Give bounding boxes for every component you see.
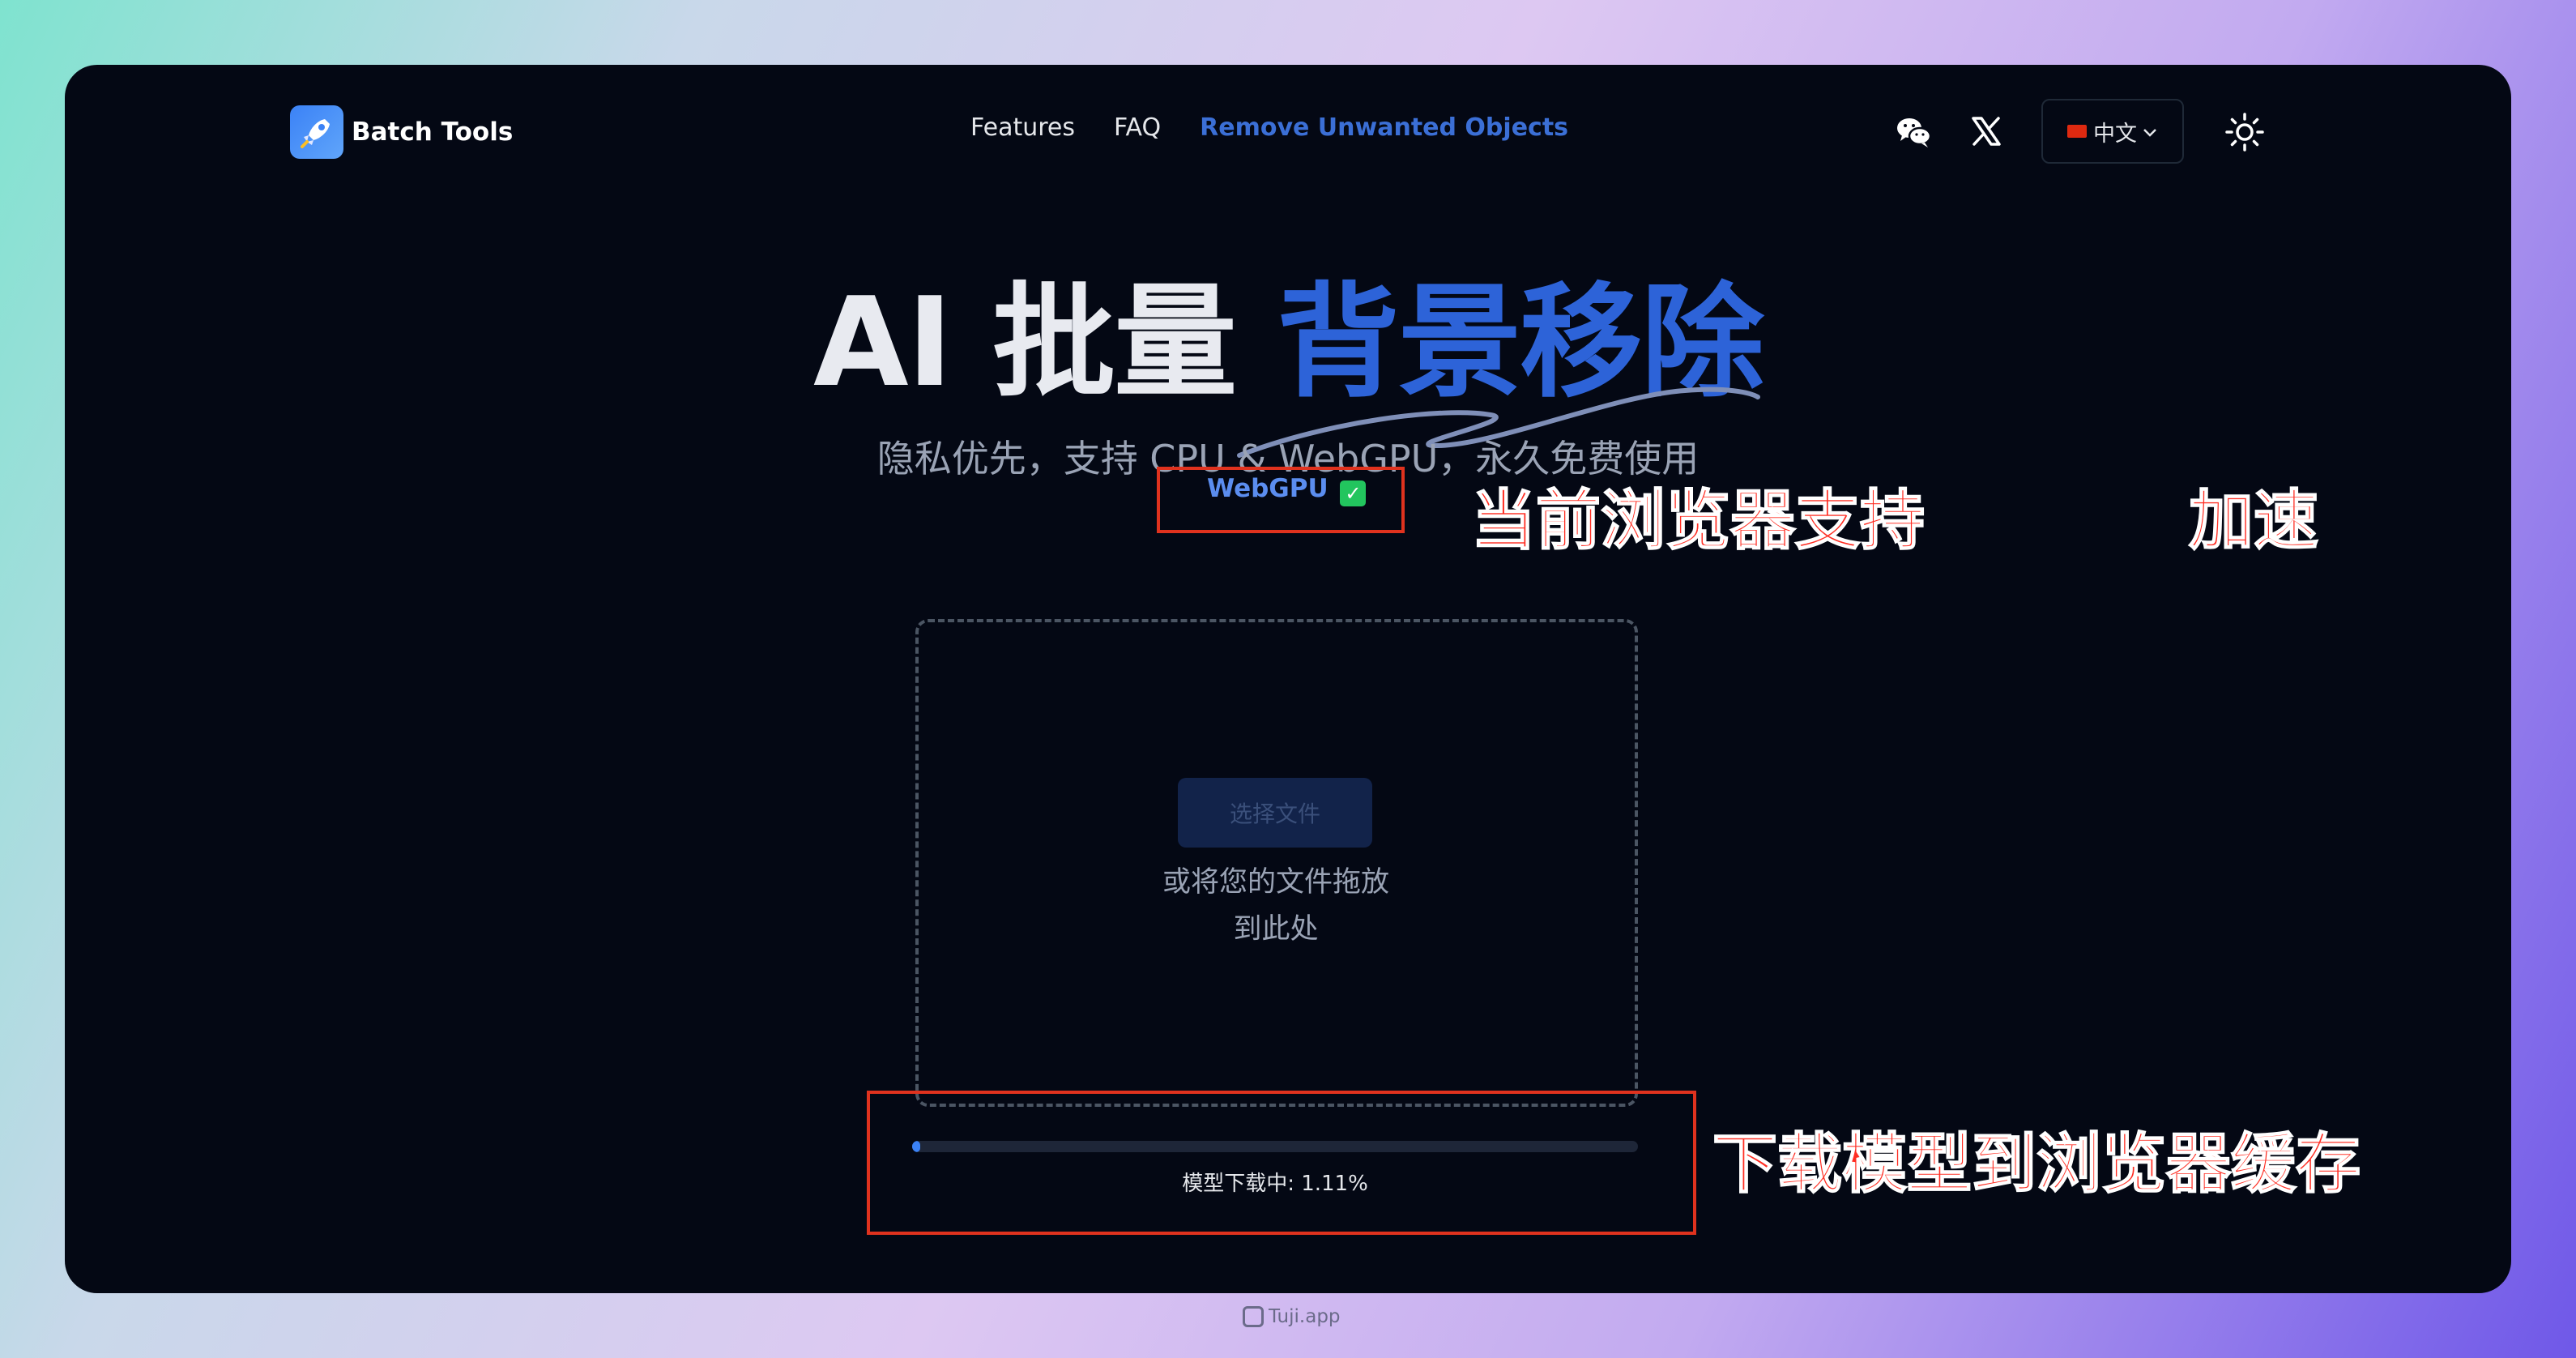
drop-hint-line1: 或将您的文件拖放: [1162, 866, 1389, 899]
annotation-download-cache: 下载模型到浏览器缓存: [1712, 1125, 2361, 1202]
logo[interactable]: Batch Tools: [290, 105, 513, 159]
annotation-acceleration: 加速: [2188, 482, 2319, 559]
hero-title-part1: AI 批量: [812, 271, 1237, 414]
annotation-browser-support: 当前浏览器支持: [1470, 482, 1926, 559]
language-label: 中文: [2093, 121, 2137, 147]
nav-features-link[interactable]: Features: [970, 113, 1075, 142]
nav-remove-objects-link[interactable]: Remove Unwanted Objects: [1200, 113, 1568, 142]
chevron-down-icon: [2142, 119, 2158, 144]
tuji-logo-icon: [1243, 1306, 1264, 1327]
watermark-text: Tuji.app: [1269, 1306, 1341, 1327]
language-select[interactable]: 中文: [2041, 99, 2184, 164]
china-flag-icon: [2067, 125, 2087, 138]
logo-text: Batch Tools: [352, 117, 514, 147]
main-nav: Features FAQ Remove Unwanted Objects: [970, 113, 1568, 142]
sun-icon[interactable]: [2224, 112, 2265, 152]
app-window: Batch Tools Features FAQ Remove Unwanted…: [65, 65, 2511, 1293]
watermark: Tuji.app: [1243, 1306, 1341, 1327]
drop-hint-line2: 到此处: [1233, 913, 1319, 946]
x-icon[interactable]: [1968, 113, 2004, 149]
nav-faq-link[interactable]: FAQ: [1114, 113, 1161, 142]
annotation-box-webgpu: [1157, 467, 1405, 533]
rocket-icon: [290, 105, 343, 159]
drop-hint: 或将您的文件拖放 到此处: [1134, 859, 1418, 953]
wechat-icon[interactable]: [1894, 112, 1934, 152]
choose-file-button[interactable]: 选择文件: [1178, 778, 1372, 848]
annotation-box-progress: [867, 1091, 1696, 1235]
